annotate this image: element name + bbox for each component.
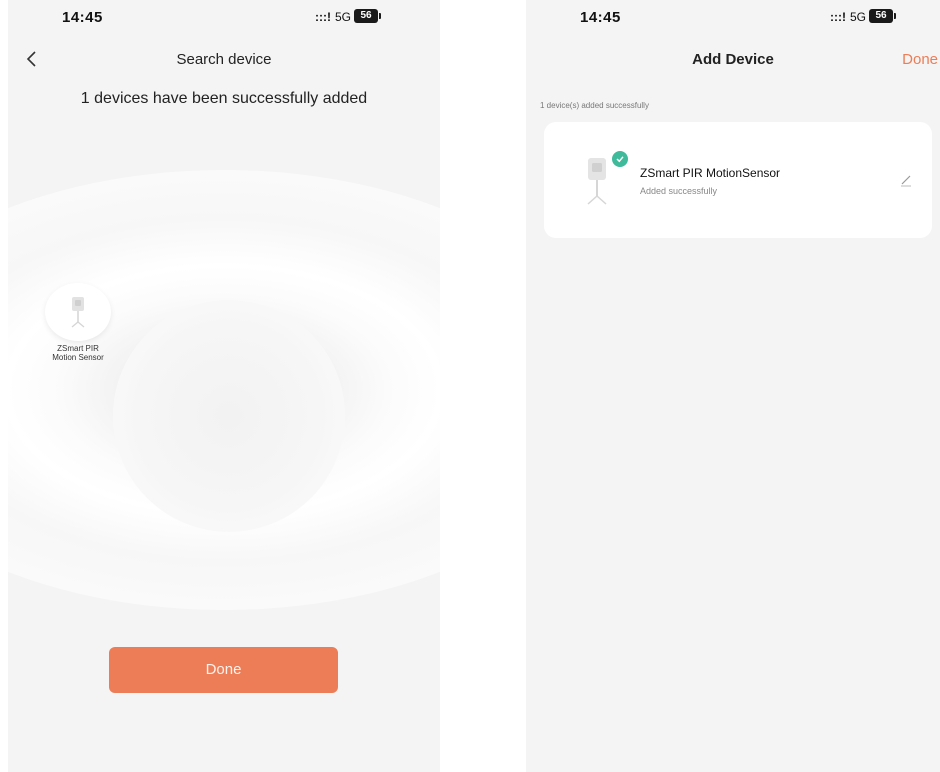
done-button[interactable]: Done bbox=[109, 647, 338, 693]
page-title: Add Device bbox=[692, 51, 774, 68]
page-title: Search device bbox=[176, 51, 272, 68]
signal-icon: :::! bbox=[315, 10, 331, 24]
found-device-label-line2: Motion Sensor bbox=[52, 353, 104, 362]
battery-icon: 56 bbox=[354, 9, 381, 23]
success-message: 1 devices have been successfully added bbox=[80, 90, 368, 107]
status-bar: 14:45 :::! 5G 56 bbox=[526, 0, 940, 36]
network-type: 5G bbox=[335, 10, 352, 24]
done-link[interactable]: Done bbox=[902, 51, 938, 68]
status-time: 14:45 bbox=[62, 9, 103, 26]
found-device-label-line1: ZSmart PIR bbox=[57, 344, 99, 353]
battery-icon: 56 bbox=[869, 9, 896, 23]
radar-center bbox=[113, 300, 345, 532]
device-card[interactable]: ZSmart PIR MotionSensor Added successful… bbox=[544, 122, 932, 238]
device-status: Added successfully bbox=[640, 186, 718, 196]
added-caption: 1 device(s) added successfully bbox=[540, 101, 649, 110]
found-device-label: ZSmart PIR Motion Sensor bbox=[42, 344, 114, 362]
device-name: ZSmart PIR MotionSensor bbox=[640, 166, 781, 180]
pir-sensor-icon bbox=[587, 158, 607, 205]
status-bar: 14:45 :::! 5G 56 bbox=[8, 0, 440, 36]
found-device-item[interactable]: ZSmart PIR Motion Sensor bbox=[42, 283, 114, 362]
edit-pencil-icon[interactable] bbox=[898, 172, 914, 188]
device-bubble bbox=[45, 283, 111, 341]
search-device-screen: 14:45 :::! 5G 56 Search device 1 devices… bbox=[8, 0, 440, 772]
add-device-screen: 14:45 :::! 5G 56 Add Device Done 1 devic… bbox=[526, 0, 940, 772]
signal-icon: :::! bbox=[830, 10, 846, 24]
pir-sensor-icon bbox=[71, 297, 85, 328]
status-time: 14:45 bbox=[580, 9, 621, 26]
check-icon bbox=[610, 149, 630, 169]
network-type: 5G bbox=[850, 10, 867, 24]
